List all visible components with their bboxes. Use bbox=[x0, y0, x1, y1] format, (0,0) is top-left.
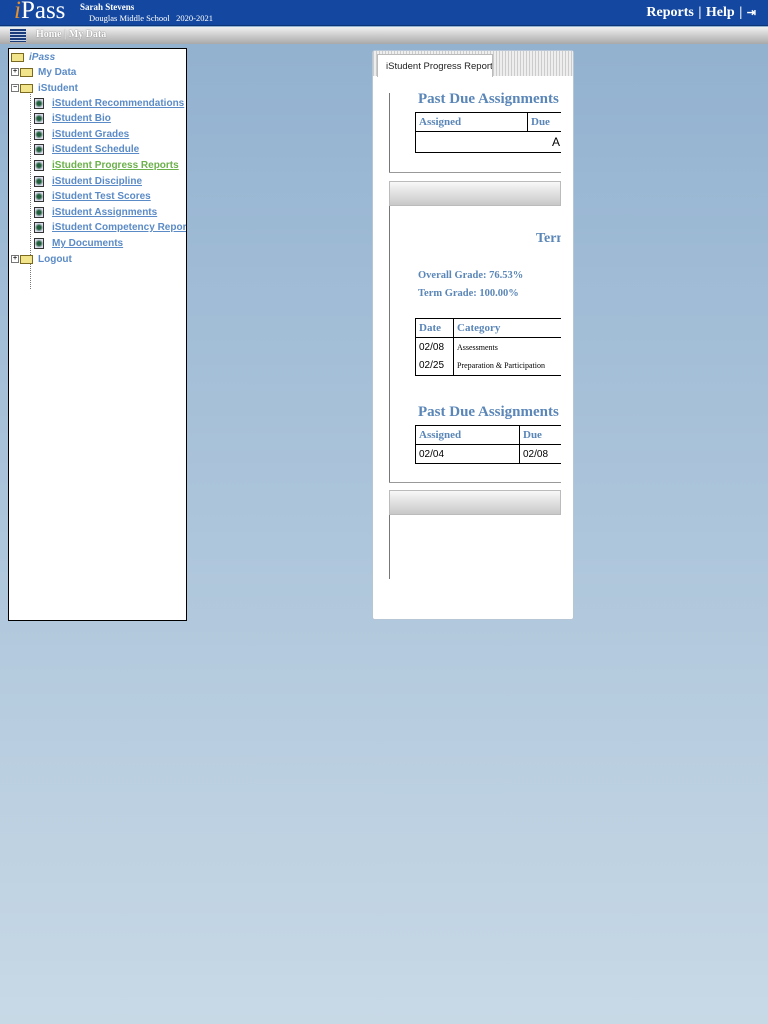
document-icon bbox=[34, 238, 44, 249]
sidebar-item-progress-reports[interactable]: iStudent Progress Reports bbox=[34, 160, 179, 171]
term-grade: Term Grade: 100.00% bbox=[418, 288, 519, 299]
document-icon bbox=[34, 176, 44, 187]
nav-bar: Home | My Data bbox=[0, 27, 768, 44]
sidebar-item-discipline[interactable]: iStudent Discipline bbox=[34, 176, 142, 187]
section-title: Past Due Assignments bbox=[418, 91, 559, 107]
col-due: Due bbox=[527, 112, 561, 132]
folder-open-icon bbox=[20, 83, 33, 93]
my-data-link[interactable]: My Data bbox=[69, 29, 107, 40]
document-icon bbox=[34, 144, 44, 155]
header-bar: iPass Sarah Stevens Douglas Middle Schoo… bbox=[0, 0, 768, 26]
overall-grade: Overall Grade: 76.53% bbox=[418, 270, 524, 281]
school-info: Douglas Middle School 2020-2021 bbox=[89, 13, 213, 23]
sidebar-item-bio[interactable]: iStudent Bio bbox=[34, 113, 111, 124]
document-icon bbox=[34, 207, 44, 218]
past-due-table: Assigned Due A bbox=[415, 112, 561, 153]
table-row: 02/04 02/08 bbox=[415, 444, 561, 464]
sidebar-item-recommendations[interactable]: iStudent Recommendations bbox=[34, 98, 184, 109]
table-row: A bbox=[415, 131, 561, 153]
col-due: Due bbox=[519, 425, 561, 445]
expand-icon[interactable]: + bbox=[11, 255, 19, 264]
folder-icon bbox=[20, 67, 33, 77]
sidebar-item-my-documents[interactable]: My Documents bbox=[34, 238, 123, 249]
separator: | bbox=[698, 5, 702, 20]
past-due-table: Assigned Due 02/04 02/08 bbox=[415, 425, 561, 464]
section-title: Past Due Assignments bbox=[418, 404, 559, 420]
tree-my-data[interactable]: My Data bbox=[38, 67, 76, 78]
document-icon bbox=[34, 129, 44, 140]
section-header-bar[interactable] bbox=[389, 490, 561, 515]
sidebar-item-competency-reports[interactable]: iStudent Competency Reports bbox=[34, 222, 186, 233]
document-icon bbox=[34, 160, 44, 171]
tree-logout[interactable]: Logout bbox=[38, 254, 72, 265]
section-header-bar[interactable] bbox=[389, 181, 561, 206]
col-assigned: Assigned bbox=[415, 425, 520, 445]
folder-open-icon bbox=[11, 52, 24, 62]
document-icon bbox=[34, 98, 44, 109]
tab-progress-reports[interactable]: iStudent Progress Reports bbox=[377, 54, 493, 77]
report-content[interactable]: Past Due Assignments AssignedDue A Term … bbox=[389, 78, 561, 598]
help-link[interactable]: Help bbox=[706, 5, 735, 20]
document-icon bbox=[34, 113, 44, 124]
document-icon bbox=[34, 222, 44, 233]
ipass-logo[interactable]: iPass bbox=[14, 0, 65, 25]
term-title: Term bbox=[536, 231, 561, 246]
menu-icon[interactable] bbox=[10, 29, 26, 42]
school-year: 2020-2021 bbox=[176, 13, 213, 23]
sidebar-item-schedule[interactable]: iStudent Schedule bbox=[34, 144, 139, 155]
user-name: Sarah Stevens bbox=[80, 2, 135, 12]
table-row: 02/25 Preparation & Participation bbox=[415, 356, 561, 376]
sidebar-item-grades[interactable]: iStudent Grades bbox=[34, 129, 129, 140]
expand-icon[interactable]: + bbox=[11, 68, 19, 77]
separator: | bbox=[739, 5, 743, 20]
tree-root-ipass[interactable]: iPass bbox=[29, 52, 55, 63]
table-row: 02/08 Assessments bbox=[415, 337, 561, 357]
school-name: Douglas Middle School bbox=[89, 13, 170, 23]
home-link[interactable]: Home bbox=[36, 29, 62, 40]
sidebar-item-test-scores[interactable]: iStudent Test Scores bbox=[34, 191, 151, 202]
col-date: Date bbox=[415, 318, 454, 338]
grades-table: Date Category 02/08 Assessments 02/25 Prepa… bbox=[415, 318, 561, 376]
reports-link[interactable]: Reports bbox=[646, 5, 693, 20]
sidebar-tree: iPass + My Data − iStudent iStudent Recomm… bbox=[8, 48, 187, 621]
folder-icon bbox=[20, 254, 33, 264]
col-category: Category bbox=[453, 318, 561, 338]
logout-icon[interactable]: ⇥ bbox=[747, 7, 756, 19]
col-assigned: Assigned bbox=[415, 112, 528, 132]
sidebar-item-assignments[interactable]: iStudent Assignments bbox=[34, 207, 157, 218]
document-icon bbox=[34, 191, 44, 202]
tree-istudent[interactable]: iStudent bbox=[38, 83, 78, 94]
collapse-icon[interactable]: − bbox=[11, 84, 19, 93]
